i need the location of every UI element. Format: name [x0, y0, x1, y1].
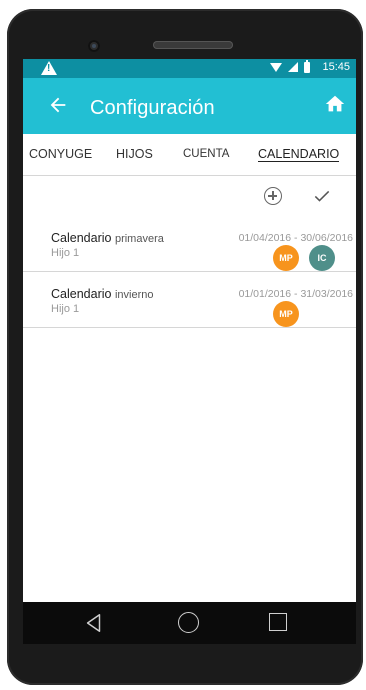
- signal-icon: [288, 62, 299, 72]
- calendar-title: Calendario primavera: [51, 231, 164, 245]
- check-icon[interactable]: [312, 186, 332, 206]
- tab-conyuge[interactable]: CONYUGE: [29, 147, 92, 161]
- tab-cuenta[interactable]: CUENTA: [183, 148, 229, 160]
- calendar-row-invierno[interactable]: Calendario invierno Hijo 1 01/01/2016 - …: [23, 272, 356, 328]
- android-nav-bar: [23, 602, 356, 644]
- recents-square-icon[interactable]: [269, 613, 287, 631]
- calendar-name: Calendario: [51, 287, 112, 301]
- page-title: Configuración: [90, 97, 215, 119]
- add-circle-icon[interactable]: [264, 187, 282, 205]
- back-triangle-icon[interactable]: [83, 612, 105, 634]
- calendar-dates: 01/04/2016 - 30/06/2016: [238, 232, 353, 244]
- calendar-season: invierno: [114, 289, 154, 301]
- wifi-icon: [270, 62, 283, 72]
- calendar-season: primavera: [114, 233, 164, 245]
- home-icon[interactable]: [324, 93, 346, 115]
- tab-calendario[interactable]: CALENDARIO: [258, 147, 340, 162]
- app-screen: 15:45 Configuración CONYUGE HIJOS CUENTA…: [23, 59, 356, 602]
- arrow-left-icon[interactable]: [47, 94, 69, 116]
- home-circle-icon[interactable]: [178, 612, 199, 633]
- calendar-list: Calendario primavera Hijo 1 01/04/2016 -…: [23, 216, 356, 328]
- front-camera: [88, 40, 100, 52]
- avatar: MP: [273, 245, 299, 271]
- calendar-name: Calendario: [51, 231, 112, 245]
- app-bar: Configuración: [23, 78, 356, 134]
- calendar-row-primavera[interactable]: Calendario primavera Hijo 1 01/04/2016 -…: [23, 216, 356, 272]
- avatar: IC: [309, 245, 335, 271]
- battery-icon: [304, 59, 311, 73]
- status-bar: 15:45: [23, 59, 356, 78]
- earpiece-speaker: [153, 41, 233, 49]
- tab-bar: CONYUGE HIJOS CUENTA CALENDARIO: [23, 134, 356, 176]
- tab-hijos[interactable]: HIJOS: [116, 147, 153, 161]
- calendar-child: Hijo 1: [51, 247, 80, 259]
- calendar-title: Calendario invierno: [51, 287, 153, 301]
- status-icons: 15:45: [270, 59, 350, 73]
- status-time: 15:45: [322, 61, 350, 73]
- avatar: MP: [273, 301, 299, 327]
- calendar-child: Hijo 1: [51, 303, 80, 315]
- calendar-dates: 01/01/2016 - 31/03/2016: [238, 288, 353, 300]
- action-row: [23, 176, 356, 216]
- warning-icon: [41, 61, 57, 75]
